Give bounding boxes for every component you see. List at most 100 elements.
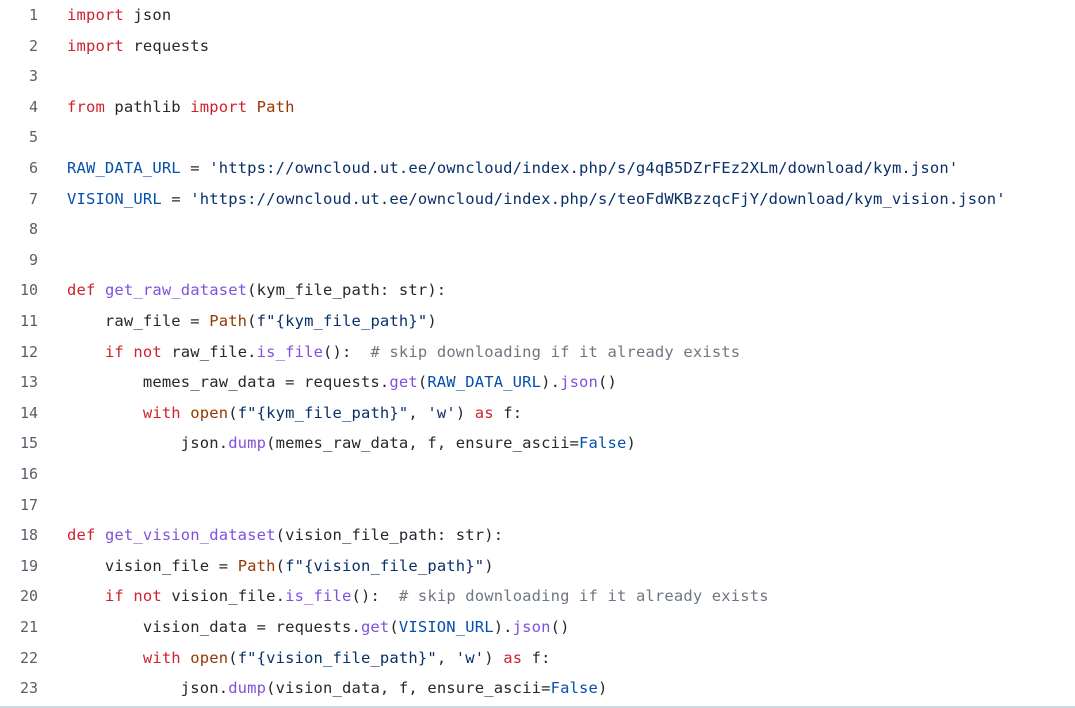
- code-token-keyword: as: [503, 648, 523, 667]
- code-token-constant: RAW_DATA_URL: [427, 373, 542, 392]
- line-number[interactable]: 15: [0, 428, 38, 458]
- code-token-function: json: [560, 373, 599, 392]
- code-token-plain: (): [550, 618, 570, 636]
- code-token-function: get: [360, 618, 390, 636]
- code-line: 10 def get_raw_dataset(kym_file_path: str…: [0, 275, 1075, 305]
- code-token-keyword: with: [142, 403, 181, 422]
- code-line: 13 memes_raw_data = requests.get(RAW_DAT…: [0, 367, 1075, 397]
- line-code: def get_vision_dataset(vision_file_path:…: [67, 520, 503, 550]
- code-token-plain: (vision_file_path: str):: [275, 526, 504, 545]
- code-token-keyword: def: [67, 526, 96, 545]
- line-code: from pathlib import Path: [67, 92, 295, 122]
- code-view: 1 import json 2 import requests 3 4 from pathl…: [0, 0, 1075, 708]
- code-token-builtin: Path: [247, 97, 295, 116]
- code-line: 20 if not vision_file.is_file(): # skip …: [0, 581, 1075, 611]
- code-line: 6 RAW_DATA_URL = 'https://owncloud.ut.ee/…: [0, 153, 1075, 183]
- code-token-plain: ():: [323, 342, 371, 361]
- code-token-string: f"{vision_file_path}": [285, 556, 485, 575]
- code-token-keyword: as: [474, 403, 494, 422]
- code-token-builtin: open: [190, 403, 229, 422]
- line-number[interactable]: 19: [0, 551, 38, 581]
- code-line: 21 vision_data = requests.get(VISION_URL…: [0, 612, 1075, 642]
- line-number[interactable]: 18: [0, 520, 38, 550]
- code-line: 7 VISION_URL = 'https://owncloud.ut.ee/ow…: [0, 184, 1075, 214]
- code-line: 3: [0, 61, 1075, 91]
- code-token-plain: (: [417, 373, 428, 392]
- line-number[interactable]: 20: [0, 581, 38, 611]
- line-code: raw_file = Path(f"{kym_file_path}"): [67, 306, 437, 336]
- code-token-plain: (: [228, 648, 238, 667]
- code-token-builtin: Path: [209, 312, 248, 330]
- code-token-keyword: import: [67, 36, 124, 55]
- code-token-plain: (memes_raw_data, f, ensure_ascii=: [266, 434, 580, 453]
- code-token-plain: requests: [123, 36, 210, 55]
- code-token-plain: ): [626, 434, 636, 453]
- code-line: 2 import requests: [0, 31, 1075, 61]
- line-code: vision_file = Path(f"{vision_file_path}"…: [67, 551, 494, 581]
- line-number[interactable]: 10: [0, 275, 38, 305]
- code-token-keyword: not: [133, 587, 162, 606]
- line-number[interactable]: 7: [0, 184, 38, 214]
- line-number[interactable]: 4: [0, 92, 38, 122]
- code-token-plain: ,: [408, 403, 428, 422]
- code-token-builtin: Path: [237, 556, 276, 575]
- code-token-keyword: not: [133, 342, 162, 361]
- code-token-constant: False: [550, 679, 599, 698]
- code-token-comment: # skip downloading if it already exists: [398, 587, 769, 606]
- line-number[interactable]: 2: [0, 31, 38, 61]
- line-code: import json: [67, 0, 171, 30]
- code-token-builtin: open: [190, 648, 229, 667]
- line-number[interactable]: 23: [0, 673, 38, 703]
- code-token-keyword: if: [104, 342, 124, 361]
- code-token-keyword: from: [67, 97, 105, 116]
- line-number[interactable]: 9: [0, 245, 38, 275]
- line-number[interactable]: 22: [0, 643, 38, 673]
- code-token-plain: ,: [436, 648, 456, 667]
- code-token-plain: =: [161, 189, 191, 208]
- line-number[interactable]: 5: [0, 122, 38, 152]
- code-token-plain: json.: [67, 434, 229, 453]
- code-token-plain: ).: [493, 618, 513, 636]
- line-number[interactable]: 13: [0, 367, 38, 397]
- code-line: 4 from pathlib import Path: [0, 92, 1075, 122]
- code-token-plain: raw_file =: [67, 312, 210, 330]
- code-token-plain: ): [455, 403, 475, 422]
- line-number[interactable]: 21: [0, 612, 38, 642]
- line-number[interactable]: 12: [0, 337, 38, 367]
- code-token-plain: vision_file.: [161, 587, 286, 606]
- code-token-string: f"{kym_file_path}": [237, 403, 409, 422]
- code-token-plain: ): [484, 556, 494, 575]
- code-token-function: dump: [228, 434, 267, 453]
- code-token-plain: ).: [541, 373, 561, 392]
- code-line: 19 vision_file = Path(f"{vision_file_pat…: [0, 551, 1075, 581]
- line-number[interactable]: 16: [0, 459, 38, 489]
- code-token-string: f"{kym_file_path}": [256, 312, 428, 330]
- code-token-plain: f:: [522, 648, 551, 667]
- line-code: with open(f"{kym_file_path}", 'w') as f:: [67, 398, 522, 428]
- line-number[interactable]: 6: [0, 153, 38, 183]
- code-token-function: get_raw_dataset: [104, 281, 248, 300]
- code-token-plain: pathlib: [104, 97, 191, 116]
- line-number[interactable]: 1: [0, 0, 38, 30]
- code-token-plain: ): [484, 648, 504, 667]
- line-number[interactable]: 8: [0, 214, 38, 244]
- code-token-plain: vision_file =: [67, 556, 238, 575]
- line-code: vision_data = requests.get(VISION_URL).j…: [67, 612, 570, 642]
- line-number[interactable]: 3: [0, 61, 38, 91]
- code-token-plain: (): [598, 373, 617, 392]
- code-token-keyword: if: [104, 587, 124, 606]
- line-number[interactable]: 14: [0, 398, 38, 428]
- code-token-plain: vision_data = requests.: [67, 618, 361, 636]
- code-token-constant: False: [579, 434, 627, 453]
- line-number[interactable]: 17: [0, 490, 38, 520]
- code-line: 18 def get_vision_dataset(vision_file_pat…: [0, 520, 1075, 550]
- line-code: def get_raw_dataset(kym_file_path: str):: [67, 275, 446, 305]
- line-number[interactable]: 11: [0, 306, 38, 336]
- code-token-string: 'w': [455, 648, 485, 667]
- code-token-plain: ): [427, 312, 437, 330]
- code-token-plain: (: [228, 403, 238, 422]
